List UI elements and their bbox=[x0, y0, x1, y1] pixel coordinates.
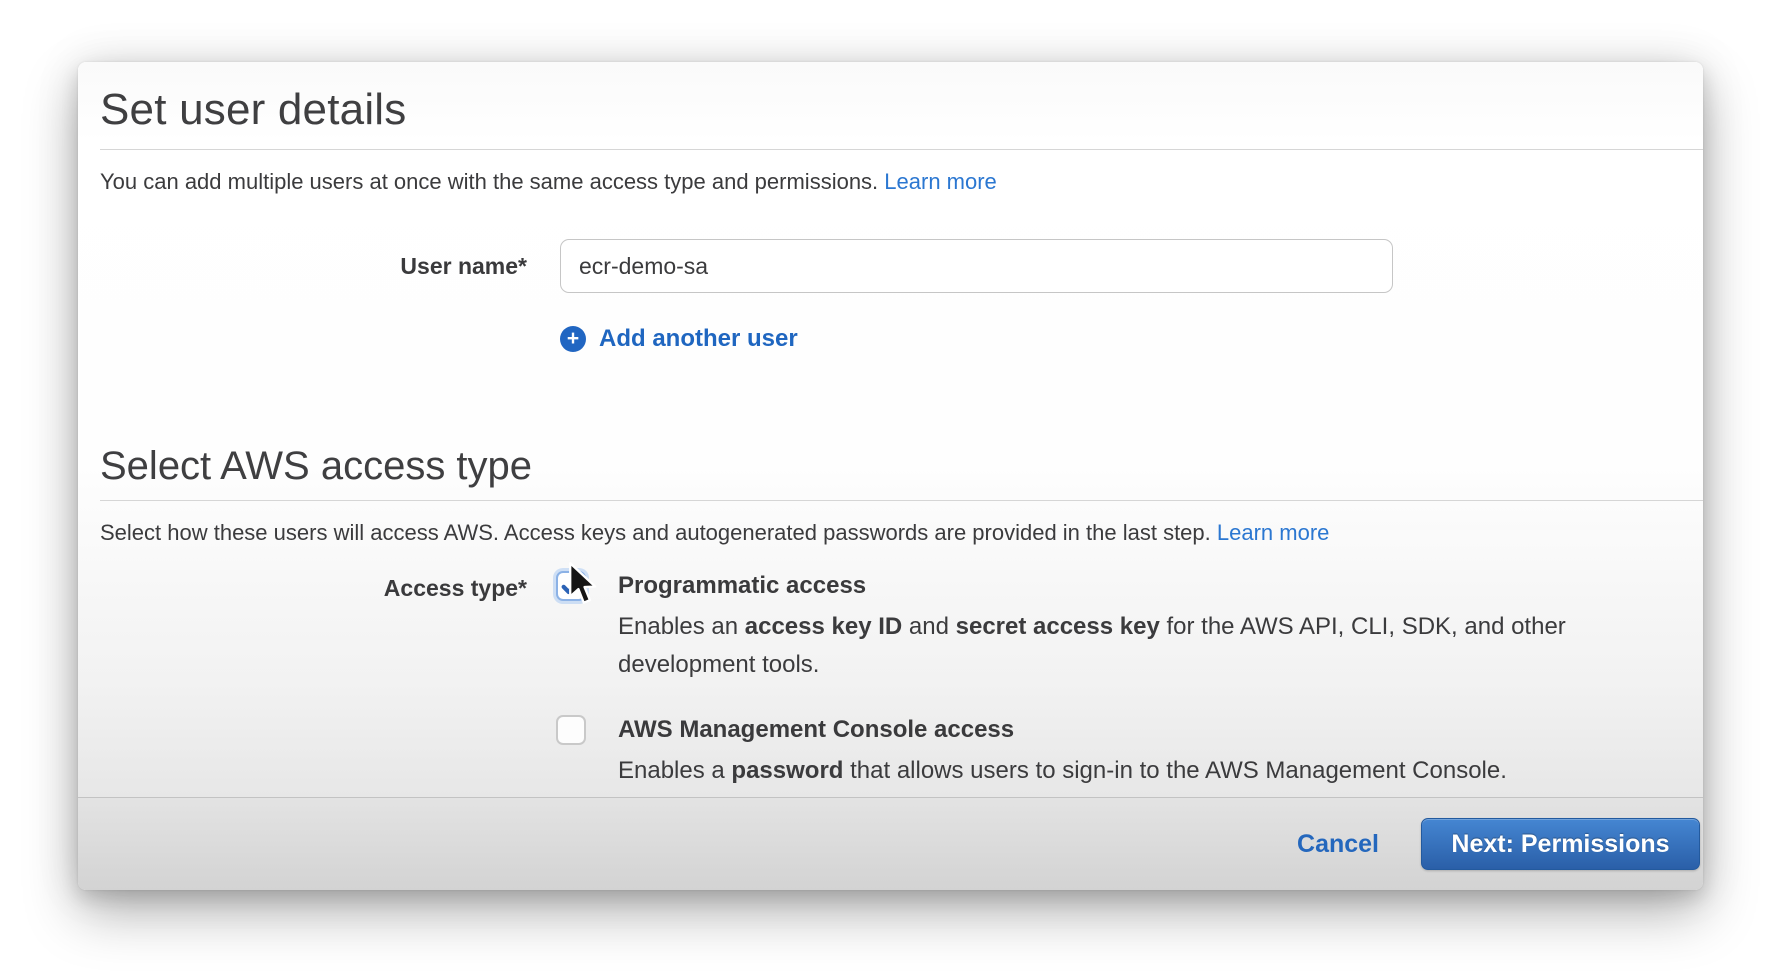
user-name-input[interactable] bbox=[560, 239, 1393, 293]
learn-more-link-access-type[interactable]: Learn more bbox=[1217, 520, 1330, 545]
desc-part-bold: password bbox=[731, 757, 843, 784]
title-divider bbox=[100, 149, 1703, 150]
page-title: Set user details bbox=[100, 82, 1703, 138]
desc-part-bold: access key ID bbox=[745, 613, 902, 640]
programmatic-access-title: Programmatic access bbox=[618, 570, 1603, 602]
checkmark-icon bbox=[560, 575, 582, 597]
add-user-panel: Set user details You can add multiple us… bbox=[78, 62, 1703, 890]
desc-part: that allows users to sign-in to the AWS … bbox=[843, 757, 1506, 784]
next-permissions-button[interactable]: Next: Permissions bbox=[1421, 818, 1700, 870]
access-type-label: Access type* bbox=[100, 570, 527, 603]
programmatic-access-description: Enables an access key ID and secret acce… bbox=[618, 608, 1603, 684]
add-another-user-row: + Add another user bbox=[100, 325, 1703, 353]
access-type-section-title: Select AWS access type bbox=[100, 441, 1703, 491]
user-name-row: User name* bbox=[100, 239, 1703, 293]
user-details-description-text: You can add multiple users at once with … bbox=[100, 169, 884, 194]
wizard-footer: Cancel Next: Permissions bbox=[78, 797, 1703, 890]
user-details-description: You can add multiple users at once with … bbox=[100, 167, 1703, 197]
access-type-row: Access type* Programmatic access Enables… bbox=[100, 570, 1703, 790]
desc-part: Enables an bbox=[618, 613, 745, 640]
option-text-block: AWS Management Console access Enables a … bbox=[618, 714, 1603, 790]
add-another-user-label: Add another user bbox=[599, 325, 798, 353]
access-section-divider bbox=[100, 500, 1703, 501]
console-access-description: Enables a password that allows users to … bbox=[618, 752, 1603, 790]
programmatic-access-checkbox[interactable] bbox=[556, 571, 586, 601]
plus-circle-icon: + bbox=[560, 326, 586, 352]
desc-part-bold: secret access key bbox=[956, 613, 1160, 640]
desc-part: Enables a bbox=[618, 757, 731, 784]
option-text-block: Programmatic access Enables an access ke… bbox=[618, 570, 1603, 684]
access-section-description-text: Select how these users will access AWS. … bbox=[100, 520, 1217, 545]
spacer bbox=[100, 325, 527, 353]
option-console-access: AWS Management Console access Enables a … bbox=[560, 714, 1703, 790]
panel-content: Set user details You can add multiple us… bbox=[78, 62, 1703, 790]
desc-part: and bbox=[902, 613, 955, 640]
user-name-label: User name* bbox=[100, 253, 527, 280]
add-another-user-button[interactable]: + Add another user bbox=[560, 325, 798, 353]
option-programmatic-access: Programmatic access Enables an access ke… bbox=[560, 570, 1703, 684]
cancel-button[interactable]: Cancel bbox=[1297, 830, 1379, 859]
access-section-description: Select how these users will access AWS. … bbox=[100, 518, 1703, 548]
access-type-options: Programmatic access Enables an access ke… bbox=[560, 570, 1703, 790]
console-access-title: AWS Management Console access bbox=[618, 714, 1603, 746]
console-access-checkbox[interactable] bbox=[556, 715, 586, 745]
learn-more-link-user-details[interactable]: Learn more bbox=[884, 169, 997, 194]
